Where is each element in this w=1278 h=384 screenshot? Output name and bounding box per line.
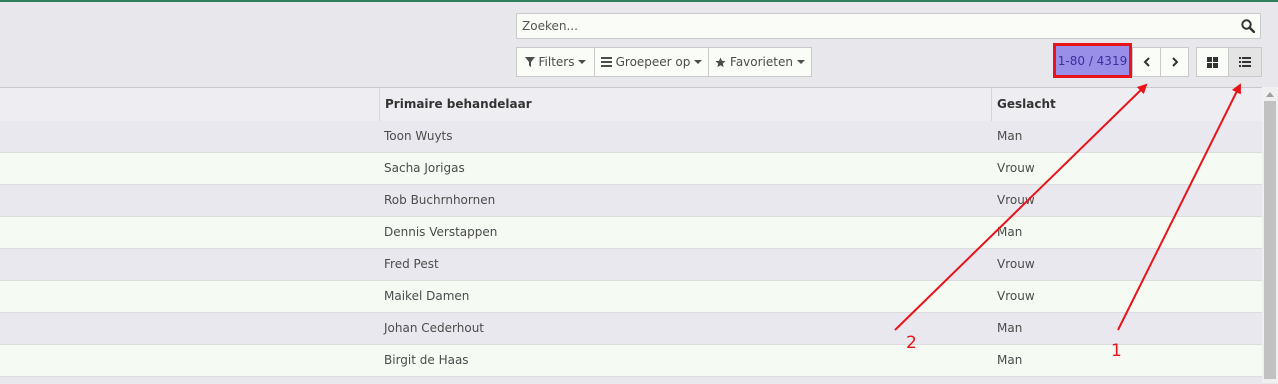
table-row[interactable]: Toon Wuyts Man xyxy=(0,121,1262,153)
pager-value[interactable]: 1-80 / 4319 xyxy=(1053,43,1132,78)
grid-icon xyxy=(1207,56,1218,68)
top-accent-bar xyxy=(0,0,1278,2)
scrollbar-thumb[interactable] xyxy=(1264,101,1276,379)
filter-icon xyxy=(524,57,535,67)
favorites-button[interactable]: Favorieten xyxy=(708,47,812,77)
cell-geslacht: Vrouw xyxy=(997,289,1035,303)
table-row[interactable]: Fred Pest Vrouw xyxy=(0,249,1262,281)
table-row[interactable]: Johan Cederhout Man xyxy=(0,313,1262,345)
cell-geslacht: Vrouw xyxy=(997,193,1035,207)
star-icon xyxy=(715,56,726,67)
cell-behandelaar: Dennis Verstappen xyxy=(384,225,498,239)
cell-behandelaar: Rob Buchrnhornen xyxy=(384,193,496,207)
chevron-down-icon xyxy=(796,60,805,64)
table-row[interactable]: Maikel Damen Vrouw xyxy=(0,281,1262,313)
cell-behandelaar: Toon Wuyts xyxy=(384,129,453,143)
chevron-down-icon xyxy=(694,60,703,64)
groupby-button[interactable]: Groepeer op xyxy=(594,47,709,77)
table-header: Primaire behandelaar Geslacht xyxy=(0,88,1262,122)
cell-geslacht: Man xyxy=(997,353,1023,367)
cell-behandelaar: Birgit de Haas xyxy=(384,353,469,367)
cell-geslacht: Man xyxy=(997,225,1023,239)
pager-previous-button[interactable] xyxy=(1132,47,1161,77)
list-view-button[interactable] xyxy=(1228,47,1262,77)
cell-geslacht: Man xyxy=(997,129,1023,143)
table-row[interactable]: Rob Buchrnhornen Vrouw xyxy=(0,185,1262,217)
list-table: Primaire behandelaar Geslacht Toon Wuyts… xyxy=(0,87,1262,384)
column-header-geslacht[interactable]: Geslacht xyxy=(991,88,1262,121)
cell-geslacht: Vrouw xyxy=(997,161,1035,175)
chevron-down-icon xyxy=(578,60,587,64)
vertical-scrollbar[interactable] xyxy=(1262,87,1278,383)
table-row[interactable]: Birgit de Haas Man xyxy=(0,345,1262,377)
cell-behandelaar: Maikel Damen xyxy=(384,289,470,303)
cell-behandelaar: Sacha Jorigas xyxy=(384,161,465,175)
scroll-up-arrow-icon[interactable] xyxy=(1266,92,1274,97)
annotation-label-1: 1 xyxy=(1111,341,1122,361)
list-icon xyxy=(1239,57,1251,67)
chevron-right-icon xyxy=(1171,57,1178,67)
groupby-label: Groepeer op xyxy=(615,55,691,69)
cell-behandelaar: Fred Pest xyxy=(384,257,439,271)
table-row[interactable]: Sacha Jorigas Vrouw xyxy=(0,153,1262,185)
column-header-behandelaar[interactable]: Primaire behandelaar xyxy=(379,88,991,121)
cell-geslacht: Vrouw xyxy=(997,257,1035,271)
kanban-view-button[interactable] xyxy=(1196,47,1229,77)
table-row[interactable]: Dennis Verstappen Man xyxy=(0,217,1262,249)
filters-button[interactable]: Filters xyxy=(516,47,595,77)
cell-geslacht: Man xyxy=(997,321,1023,335)
cell-behandelaar: Johan Cederhout xyxy=(384,321,485,335)
search-box[interactable] xyxy=(516,13,1261,39)
pager-next-button[interactable] xyxy=(1160,47,1189,77)
annotation-label-2: 2 xyxy=(906,333,917,353)
favorites-label: Favorieten xyxy=(730,55,793,69)
pager-value-text: 1-80 / 4319 xyxy=(1057,53,1128,68)
search-icon[interactable] xyxy=(1241,19,1255,33)
chevron-left-icon xyxy=(1143,57,1150,67)
bars-icon xyxy=(600,57,612,67)
search-input[interactable] xyxy=(517,14,1232,38)
filters-label: Filters xyxy=(538,55,575,69)
